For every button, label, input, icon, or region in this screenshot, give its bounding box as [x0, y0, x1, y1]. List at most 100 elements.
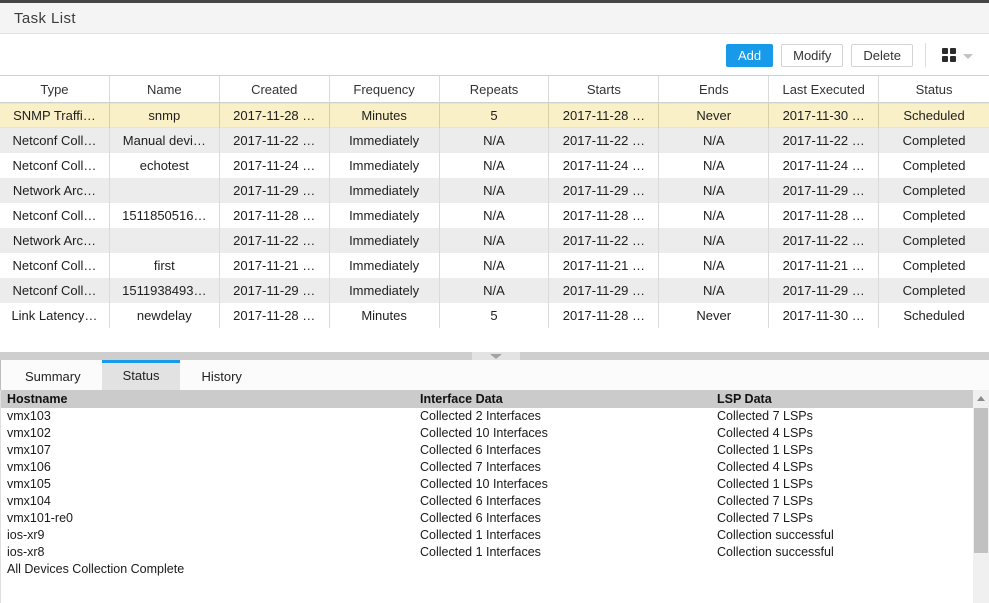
vertical-scrollbar[interactable]	[973, 390, 989, 603]
panel-splitter[interactable]	[0, 352, 989, 360]
tab-summary[interactable]: Summary	[4, 360, 102, 390]
splitter-collapse-handle[interactable]	[472, 352, 520, 360]
cell-frequency: Immediately	[330, 228, 440, 253]
table-row[interactable]: SNMP Traffi… snmp 2017-11-28 … Minutes 5…	[0, 103, 989, 128]
table-row[interactable]: Netconf Coll… echotest 2017-11-24 … Imme…	[0, 153, 989, 178]
task-table: Type Name Created Frequency Repeats Star…	[0, 75, 989, 328]
cell-last-executed: 2017-11-29 …	[769, 278, 879, 303]
cell-ends: N/A	[659, 228, 769, 253]
column-header-starts[interactable]: Starts	[549, 75, 659, 103]
cell-status: Completed	[879, 178, 989, 203]
cell-hostname: vmx101-re0	[1, 510, 414, 527]
column-header-status[interactable]: Status	[879, 75, 989, 103]
column-header-created[interactable]: Created	[220, 75, 330, 103]
table-row[interactable]: Link Latency… newdelay 2017-11-28 … Minu…	[0, 303, 989, 328]
column-header-repeats[interactable]: Repeats	[440, 75, 550, 103]
column-header-name[interactable]: Name	[110, 75, 220, 103]
modify-button[interactable]: Modify	[781, 44, 843, 67]
cell-interface-data: Collected 6 Interfaces	[414, 493, 711, 510]
table-row[interactable]: Netconf Coll… first 2017-11-21 … Immedia…	[0, 253, 989, 278]
cell-created: 2017-11-28 …	[220, 103, 330, 128]
cell-last-executed: 2017-11-21 …	[769, 253, 879, 278]
cell-status: Completed	[879, 153, 989, 178]
tab-history[interactable]: History	[180, 360, 262, 390]
cell-interface-data: Collected 2 Interfaces	[414, 408, 711, 425]
cell-lsp-data: Collection successful	[711, 527, 974, 544]
cell-created: 2017-11-24 …	[220, 153, 330, 178]
cell-ends: N/A	[659, 153, 769, 178]
tab-status[interactable]: Status	[102, 360, 181, 390]
scroll-up-button[interactable]	[973, 390, 989, 406]
cell-ends: N/A	[659, 203, 769, 228]
list-item: vmx103 Collected 2 Interfaces Collected …	[1, 408, 974, 425]
scrollbar-thumb[interactable]	[974, 408, 988, 553]
column-header-type[interactable]: Type	[0, 75, 110, 103]
cell-starts: 2017-11-21 …	[549, 253, 659, 278]
column-header-frequency[interactable]: Frequency	[330, 75, 440, 103]
grid-icon	[942, 48, 956, 62]
cell-lsp-data: Collected 7 LSPs	[711, 493, 974, 510]
cell-repeats: 5	[440, 103, 550, 128]
cell-frequency: Immediately	[330, 178, 440, 203]
cell-starts: 2017-11-28 …	[549, 203, 659, 228]
cell-hostname: vmx106	[1, 459, 414, 476]
cell-name: 1511850516…	[110, 203, 220, 228]
cell-starts: 2017-11-22 …	[549, 228, 659, 253]
cell-created: 2017-11-22 …	[220, 128, 330, 153]
cell-frequency: Immediately	[330, 253, 440, 278]
cell-repeats: N/A	[440, 278, 550, 303]
cell-ends: Never	[659, 303, 769, 328]
list-item: vmx101-re0 Collected 6 Interfaces Collec…	[1, 510, 974, 527]
list-item: All Devices Collection Complete	[1, 561, 974, 578]
cell-name: snmp	[110, 103, 220, 128]
table-row[interactable]: Netconf Coll… Manual devi… 2017-11-22 … …	[0, 128, 989, 153]
list-item: ios-xr9 Collected 1 Interfaces Collectio…	[1, 527, 974, 544]
cell-ends: N/A	[659, 253, 769, 278]
cell-last-executed: 2017-11-29 …	[769, 178, 879, 203]
list-item: vmx106 Collected 7 Interfaces Collected …	[1, 459, 974, 476]
cell-repeats: N/A	[440, 178, 550, 203]
cell-ends: N/A	[659, 278, 769, 303]
layout-menu-button[interactable]	[938, 45, 977, 65]
table-row[interactable]: Network Arc… 2017-11-29 … Immediately N/…	[0, 178, 989, 203]
column-header-interface-data[interactable]: Interface Data	[414, 390, 711, 408]
cell-hostname: ios-xr9	[1, 527, 414, 544]
cell-name: newdelay	[110, 303, 220, 328]
status-grid: Hostname Interface Data LSP Data vmx103 …	[0, 390, 989, 603]
cell-status: Completed	[879, 228, 989, 253]
cell-hostname: vmx105	[1, 476, 414, 493]
cell-type: Netconf Coll…	[0, 253, 110, 278]
cell-starts: 2017-11-24 …	[549, 153, 659, 178]
cell-status: Completed	[879, 128, 989, 153]
cell-last-executed: 2017-11-30 …	[769, 103, 879, 128]
chevron-down-icon	[963, 54, 973, 59]
cell-type: SNMP Traffi…	[0, 103, 110, 128]
table-row[interactable]: Netconf Coll… 1511938493… 2017-11-29 … I…	[0, 278, 989, 303]
delete-button[interactable]: Delete	[851, 44, 913, 67]
task-list-panel: Task List Add Modify Delete Type Name Cr…	[0, 0, 989, 603]
column-header-hostname[interactable]: Hostname	[1, 390, 414, 408]
cell-status: Completed	[879, 253, 989, 278]
cell-starts: 2017-11-29 …	[549, 178, 659, 203]
cell-lsp-data: Collected 1 LSPs	[711, 442, 974, 459]
table-row[interactable]: Netconf Coll… 1511850516… 2017-11-28 … I…	[0, 203, 989, 228]
cell-ends: N/A	[659, 128, 769, 153]
cell-frequency: Minutes	[330, 303, 440, 328]
column-header-last-executed[interactable]: Last Executed	[769, 75, 879, 103]
cell-interface-data	[414, 561, 711, 578]
cell-repeats: N/A	[440, 128, 550, 153]
list-item: vmx104 Collected 6 Interfaces Collected …	[1, 493, 974, 510]
list-item: vmx105 Collected 10 Interfaces Collected…	[1, 476, 974, 493]
cell-interface-data: Collected 10 Interfaces	[414, 476, 711, 493]
column-header-ends[interactable]: Ends	[659, 75, 769, 103]
panel-header: Task List	[0, 3, 989, 34]
table-row[interactable]: Network Arc… 2017-11-22 … Immediately N/…	[0, 228, 989, 253]
cell-last-executed: 2017-11-22 …	[769, 228, 879, 253]
list-item: vmx107 Collected 6 Interfaces Collected …	[1, 442, 974, 459]
cell-name	[110, 178, 220, 203]
status-grid-header: Hostname Interface Data LSP Data	[1, 390, 974, 408]
column-header-lsp-data[interactable]: LSP Data	[711, 390, 974, 408]
cell-name: Manual devi…	[110, 128, 220, 153]
cell-interface-data: Collected 6 Interfaces	[414, 442, 711, 459]
add-button[interactable]: Add	[726, 44, 773, 67]
